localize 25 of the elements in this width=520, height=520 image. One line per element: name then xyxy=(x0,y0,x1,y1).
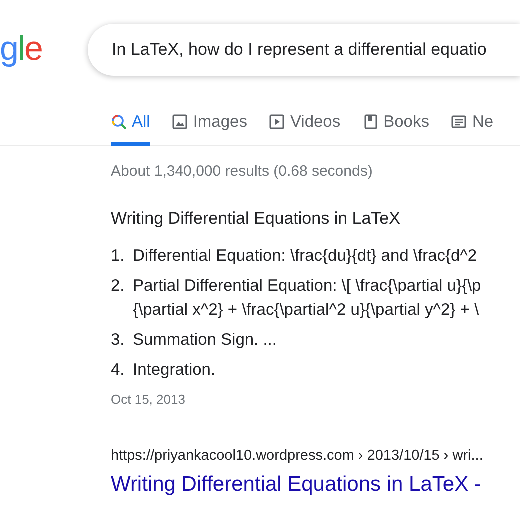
newspaper-icon xyxy=(451,114,468,130)
search-tab[interactable]: Books xyxy=(362,110,430,146)
list-number: 2. xyxy=(111,276,126,297)
list-item-text: Differential Equation: \frac{du}{dt} and \frac{d^2 xyxy=(133,246,478,267)
snippet-date: Oct 15, 2013 xyxy=(111,391,186,409)
search-field[interactable]: In LaTeX, how do I represent a differential equatio xyxy=(88,24,520,76)
play-icon xyxy=(269,114,286,130)
result-title-link[interactable]: Writing Differential Equations in LaTeX - xyxy=(111,469,482,501)
list-item-text: Integration. xyxy=(133,360,216,381)
search-tab[interactable]: Videos xyxy=(269,110,341,146)
snippet-heading: Writing Differential Equations in LaTeX xyxy=(111,208,402,230)
search-tab[interactable]: All xyxy=(111,110,150,146)
search-tab[interactable]: Ne xyxy=(451,110,494,146)
list-number: 3. xyxy=(111,330,126,351)
list-item-text: Summation Sign. ... xyxy=(133,330,277,351)
list-number: 1. xyxy=(111,246,126,267)
book-icon xyxy=(362,114,379,130)
logo[interactable]: gle xyxy=(0,32,42,66)
list-item-text: Partial Differential Equation: \[ \frac{\partial u}{\p {\partial x^2} + \frac{\partial^2 u}{\partial y^2} + \ xyxy=(133,276,482,321)
list-number: 4. xyxy=(111,360,126,381)
search-tab[interactable]: Images xyxy=(172,110,248,146)
search-icon xyxy=(111,114,127,130)
result-url: https://priyankacool10.wordpress.com › 2013/10/15 › wri... xyxy=(111,446,484,466)
result-stats: About 1,340,000 results (0.68 seconds) xyxy=(111,162,374,182)
image-icon xyxy=(172,114,188,130)
